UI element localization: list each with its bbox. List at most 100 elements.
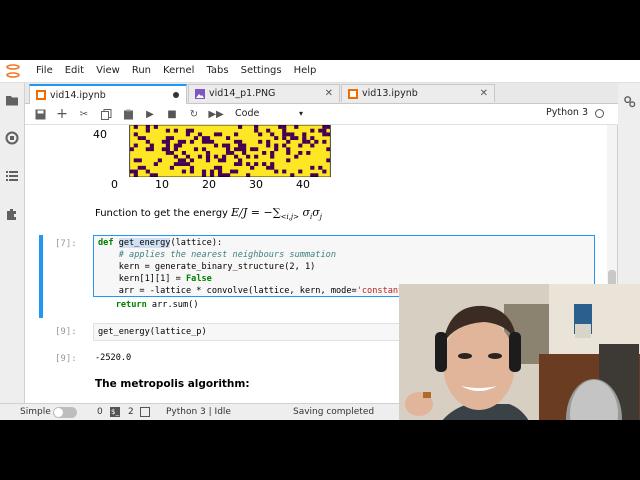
- lattice-cell: [306, 151, 311, 155]
- lattice-cell: [165, 139, 170, 144]
- lattice-cell: [254, 128, 259, 133]
- lattice-cell: [298, 169, 303, 174]
- lattice-cell: [234, 139, 239, 144]
- lattice-cell: [274, 136, 279, 141]
- terminal-icon: $_: [110, 407, 120, 417]
- lattice-cell: [217, 165, 223, 170]
- tab-vid13-ipynb[interactable]: vid13.ipynb ✕: [341, 84, 495, 102]
- lattice-cell: [181, 158, 187, 163]
- lattice-cell: [213, 132, 219, 137]
- lattice-cell: [274, 143, 279, 148]
- menu-tabs[interactable]: Tabs: [200, 60, 234, 82]
- lattice-cell: [169, 136, 174, 141]
- lattice-cell: [221, 154, 227, 159]
- lattice-cell: [201, 139, 207, 144]
- extension-icon[interactable]: [5, 207, 19, 221]
- menu-settings[interactable]: Settings: [235, 60, 288, 82]
- lattice-cell: [177, 139, 183, 144]
- lattice-cell: [145, 128, 150, 133]
- notebook-icon: [348, 88, 358, 99]
- lattice-cell: [294, 125, 299, 129]
- run-icon[interactable]: ▶: [143, 107, 157, 121]
- lattice-cell: [205, 151, 211, 155]
- lattice-cell: [290, 136, 295, 141]
- lattice-cell: [225, 173, 231, 177]
- running-icon[interactable]: [5, 131, 19, 145]
- menu-file[interactable]: File: [30, 60, 59, 82]
- kernel-name[interactable]: Python 3: [546, 107, 588, 118]
- lattice-cell: [185, 132, 191, 137]
- lattice-cell: [302, 132, 307, 137]
- close-icon[interactable]: ✕: [480, 88, 488, 99]
- lattice-cell: [173, 154, 178, 159]
- menu-run[interactable]: Run: [126, 60, 157, 82]
- save-status: Saving completed: [293, 407, 375, 417]
- lattice-cell: [161, 139, 166, 144]
- cell-type-select[interactable]: Code ▾: [235, 106, 307, 121]
- lattice-cell: [254, 147, 259, 152]
- lattice-cell: [246, 173, 251, 177]
- menu-items: File Edit View Run Kernel Tabs Settings …: [30, 60, 322, 82]
- lattice-cell: [217, 173, 223, 177]
- menu-view[interactable]: View: [90, 60, 126, 82]
- lattice-cell: [213, 165, 219, 170]
- lattice-cell: [137, 165, 142, 170]
- add-cell-icon[interactable]: +: [55, 106, 69, 122]
- toc-icon[interactable]: [5, 169, 19, 183]
- tab-vid14-p1-png[interactable]: vid14_p1.PNG ✕: [188, 84, 340, 102]
- lattice-cell: [201, 147, 207, 152]
- fast-forward-icon[interactable]: ▶▶: [208, 107, 223, 121]
- lattice-cell: [145, 139, 150, 144]
- code-text: arr.sum(): [151, 300, 199, 310]
- code-line: return arr.sum(): [95, 300, 199, 310]
- lattice-cell: [133, 169, 138, 174]
- menu-kernel[interactable]: Kernel: [157, 60, 200, 82]
- lattice-cell: [262, 162, 267, 167]
- kernel-status[interactable]: Python 3 | Idle: [166, 407, 231, 417]
- chevron-down-icon: ▾: [298, 109, 303, 118]
- lattice-cell: [294, 154, 299, 159]
- energy-formula: E/J = −∑<i,j> σiσj: [231, 206, 322, 221]
- lattice-cell: [137, 136, 142, 141]
- restart-icon[interactable]: ↻: [187, 107, 201, 121]
- lattice-cell: [326, 147, 331, 152]
- property-inspector-icon[interactable]: [623, 95, 636, 108]
- lattice-cell: [189, 165, 195, 170]
- stop-icon[interactable]: ■: [165, 107, 179, 121]
- lattice-cell: [177, 143, 183, 148]
- paste-icon[interactable]: [121, 107, 135, 121]
- cut-icon[interactable]: ✂: [77, 107, 91, 121]
- lattice-cell: [193, 147, 199, 152]
- markdown-cell-energy[interactable]: Function to get the energy E/J = −∑<i,j>…: [95, 206, 322, 221]
- menu-edit[interactable]: Edit: [59, 60, 90, 82]
- lattice-cell: [145, 125, 150, 129]
- tab-vid14-ipynb[interactable]: vid14.ipynb: [29, 84, 187, 104]
- copy-icon[interactable]: [99, 107, 113, 121]
- save-icon[interactable]: [33, 107, 47, 121]
- menu-help[interactable]: Help: [288, 60, 323, 82]
- tab-label: vid13.ipynb: [362, 88, 418, 99]
- menubar: File Edit View Run Kernel Tabs Settings …: [0, 60, 640, 83]
- code-line: kern[1][1] = False: [98, 274, 212, 284]
- close-icon[interactable]: ✕: [325, 88, 333, 99]
- lattice-cell: [238, 147, 243, 152]
- unsaved-dot-icon[interactable]: [173, 92, 179, 98]
- markdown-heading-metropolis[interactable]: The metropolis algorithm:: [95, 378, 250, 390]
- code-line: kern = generate_binary_structure(2, 1): [98, 262, 316, 272]
- simple-mode-toggle[interactable]: [53, 407, 77, 418]
- lattice-cell: [306, 139, 311, 144]
- code-cell-call[interactable]: get_energy(lattice_p): [93, 323, 413, 341]
- lattice-cell: [161, 147, 166, 152]
- y-tick-label: 40: [93, 128, 107, 141]
- lattice-cell: [314, 173, 319, 177]
- lattice-cell: [137, 158, 142, 163]
- lattice-cell: [322, 139, 327, 144]
- lattice-cell: [286, 139, 291, 144]
- lattice-cell: [298, 151, 303, 155]
- lattice-cell: [205, 139, 211, 144]
- folder-icon[interactable]: [5, 93, 19, 107]
- tab-label: vid14.ipynb: [50, 89, 106, 101]
- lattice-cell: [209, 169, 215, 174]
- webcam-overlay: [399, 284, 640, 420]
- lattice-cell: [238, 162, 243, 167]
